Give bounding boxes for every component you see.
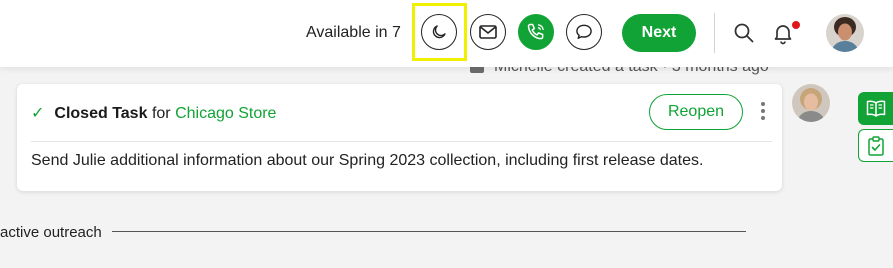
for-text: for — [151, 105, 171, 122]
message-button[interactable] — [566, 14, 602, 50]
book-icon — [866, 100, 885, 117]
clipboard-check-icon — [868, 135, 884, 156]
chat-icon — [576, 24, 592, 39]
header-divider — [714, 13, 715, 53]
availability-status: Available in 7 — [306, 24, 401, 41]
call-button[interactable] — [518, 14, 554, 50]
check-icon: ✓ — [31, 105, 45, 122]
side-tab-tasks[interactable] — [858, 129, 893, 162]
user-avatar[interactable] — [826, 14, 864, 52]
top-bar: Available in 7 Next — [0, 0, 893, 67]
side-tab-knowledge[interactable] — [858, 92, 893, 125]
highlight-box — [412, 3, 467, 61]
task-description: Send Julie additional information about … — [31, 152, 704, 169]
task-card-header: ✓ Closed Task for Chicago Store — [31, 103, 276, 123]
task-status-title: Closed Task — [54, 105, 148, 122]
reopen-button[interactable]: Reopen — [649, 94, 743, 130]
section-divider — [112, 231, 746, 232]
email-button[interactable] — [470, 14, 506, 50]
more-options-icon[interactable] — [759, 102, 767, 124]
notification-badge — [792, 21, 800, 29]
mail-icon — [479, 25, 497, 39]
phone-icon — [527, 23, 544, 40]
task-card: ✓ Closed Task for Chicago Store Reopen Se… — [17, 84, 782, 191]
section-label: active outreach — [0, 224, 102, 241]
store-link[interactable]: Chicago Store — [175, 105, 276, 122]
search-icon[interactable] — [732, 21, 756, 45]
card-divider — [31, 141, 772, 142]
next-button[interactable]: Next — [622, 14, 696, 52]
assignee-avatar[interactable] — [792, 84, 830, 122]
